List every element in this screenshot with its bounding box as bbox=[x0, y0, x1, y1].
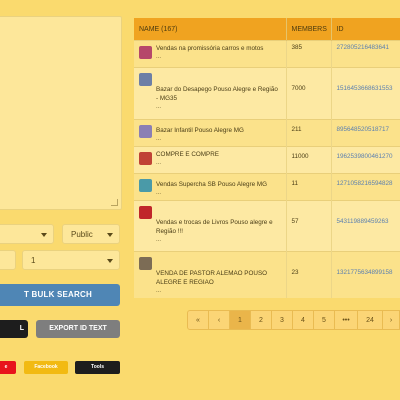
group-name-cell: Bazar Infantil Pouso Alegre MG ... bbox=[134, 119, 287, 147]
id-cell[interactable]: 895648520518717 bbox=[331, 119, 400, 147]
members-cell: 385 bbox=[286, 40, 332, 68]
column-header-members[interactable]: MEMBERS bbox=[286, 18, 332, 41]
pagination: « ‹ 1 2 3 4 5 ••• 24 › bbox=[187, 310, 400, 330]
table-row[interactable]: COMPRE E COMPRE ... 11000 19625398004612… bbox=[134, 146, 400, 174]
tools-link-button[interactable]: Tools bbox=[75, 361, 120, 374]
group-name-cell: Vendas na promissória carros e motos ... bbox=[134, 40, 287, 68]
page-1-button[interactable]: 1 bbox=[229, 310, 251, 330]
members-cell: 11 bbox=[286, 173, 332, 201]
group-thumbnail bbox=[139, 125, 152, 138]
dark-action-button[interactable]: L bbox=[0, 320, 28, 338]
table-row[interactable]: Bazar do Desapego Pouso Alegre e Região … bbox=[134, 67, 400, 120]
chevron-down-icon bbox=[41, 233, 47, 237]
resize-grip-icon[interactable] bbox=[111, 199, 118, 206]
id-cell[interactable]: 1321775634899158 bbox=[331, 251, 400, 298]
table-row[interactable]: Vendas e trocas de Livros Pouso alegre e… bbox=[134, 200, 400, 252]
members-cell: 211 bbox=[286, 119, 332, 147]
number-select[interactable]: 1 bbox=[22, 250, 120, 270]
group-name[interactable]: Vendas Supercha SB Pouso Alegre MG bbox=[156, 180, 281, 189]
visibility-select[interactable]: Public bbox=[62, 224, 120, 244]
group-name[interactable]: Vendas e trocas de Livros Pouso alegre e… bbox=[156, 218, 281, 236]
group-thumbnail bbox=[139, 46, 152, 59]
page-ellipsis: ••• bbox=[334, 310, 358, 330]
members-cell: 11000 bbox=[286, 146, 332, 174]
visibility-select-value: Public bbox=[71, 230, 93, 239]
group-name[interactable]: COMPRE E COMPRE bbox=[156, 150, 281, 159]
group-name[interactable]: Bazar do Desapego Pouso Alegre e Região … bbox=[156, 85, 281, 103]
table-row[interactable]: Vendas na promissória carros e motos ...… bbox=[134, 40, 400, 68]
members-cell: 23 bbox=[286, 251, 332, 298]
group-more: ... bbox=[156, 288, 162, 294]
column-header-id[interactable]: ID bbox=[331, 18, 400, 41]
group-more: ... bbox=[156, 237, 162, 243]
page-first-button[interactable]: « bbox=[187, 310, 209, 330]
ids-textarea[interactable] bbox=[0, 16, 122, 210]
group-thumbnail bbox=[139, 73, 152, 86]
page-5-button[interactable]: 5 bbox=[313, 310, 335, 330]
id-cell[interactable]: 272805216483641 bbox=[331, 40, 400, 68]
id-cell[interactable]: 1962539800461270 bbox=[331, 146, 400, 174]
group-thumbnail bbox=[139, 152, 152, 165]
group-name-cell: Bazar do Desapego Pouso Alegre e Região … bbox=[134, 67, 287, 120]
groups-table: NAME (167) MEMBERS ID Vendas na promissó… bbox=[134, 18, 400, 298]
page-3-button[interactable]: 3 bbox=[271, 310, 293, 330]
column-header-name[interactable]: NAME (167) bbox=[134, 18, 287, 41]
group-thumbnail bbox=[139, 206, 152, 219]
page-24-button[interactable]: 24 bbox=[357, 310, 383, 330]
chevron-down-icon bbox=[107, 233, 113, 237]
table-header-row: NAME (167) MEMBERS ID bbox=[134, 18, 400, 41]
red-link-button[interactable]: e bbox=[0, 361, 16, 374]
group-more: ... bbox=[156, 104, 162, 110]
group-thumbnail bbox=[139, 179, 152, 192]
page-4-button[interactable]: 4 bbox=[292, 310, 314, 330]
page-2-button[interactable]: 2 bbox=[250, 310, 272, 330]
table-row[interactable]: Bazar Infantil Pouso Alegre MG ... 211 8… bbox=[134, 119, 400, 147]
left-panel: Public 1 T BULK SEARCH L EXPORT ID TEXT … bbox=[0, 0, 128, 400]
group-thumbnail bbox=[139, 257, 152, 270]
filter-select-left[interactable] bbox=[0, 224, 54, 244]
group-name[interactable]: VENDA DE PASTOR ALEMAO POUSO ALEGRE E RE… bbox=[156, 269, 281, 287]
group-name-cell: Vendas Supercha SB Pouso Alegre MG ... bbox=[134, 173, 287, 201]
facebook-link-button[interactable]: Facebook bbox=[24, 361, 68, 374]
table-row[interactable]: Vendas Supercha SB Pouso Alegre MG ... 1… bbox=[134, 173, 400, 201]
table-row[interactable]: VENDA DE PASTOR ALEMAO POUSO ALEGRE E RE… bbox=[134, 251, 400, 298]
page-prev-button[interactable]: ‹ bbox=[208, 310, 230, 330]
id-cell[interactable]: 1516453668631553 bbox=[331, 67, 400, 120]
group-more: ... bbox=[156, 54, 162, 60]
members-cell: 57 bbox=[286, 200, 332, 252]
group-more: ... bbox=[156, 160, 162, 166]
export-id-text-button[interactable]: EXPORT ID TEXT bbox=[36, 320, 120, 338]
group-name-cell: COMPRE E COMPRE ... bbox=[134, 146, 287, 174]
page-next-button[interactable]: › bbox=[382, 310, 400, 330]
bulk-search-button[interactable]: T BULK SEARCH bbox=[0, 284, 120, 306]
group-name-cell: VENDA DE PASTOR ALEMAO POUSO ALEGRE E RE… bbox=[134, 251, 287, 298]
id-cell[interactable]: 543119889459263 bbox=[331, 200, 400, 252]
members-cell: 7000 bbox=[286, 67, 332, 120]
id-cell[interactable]: 1271058216594828 bbox=[331, 173, 400, 201]
group-more: ... bbox=[156, 136, 162, 142]
small-input[interactable] bbox=[0, 250, 16, 270]
number-select-value: 1 bbox=[31, 256, 36, 265]
group-name[interactable]: Vendas na promissória carros e motos bbox=[156, 44, 281, 53]
group-name-cell: Vendas e trocas de Livros Pouso alegre e… bbox=[134, 200, 287, 252]
group-name[interactable]: Bazar Infantil Pouso Alegre MG bbox=[156, 126, 281, 135]
chevron-down-icon bbox=[107, 259, 113, 263]
group-more: ... bbox=[156, 190, 162, 196]
